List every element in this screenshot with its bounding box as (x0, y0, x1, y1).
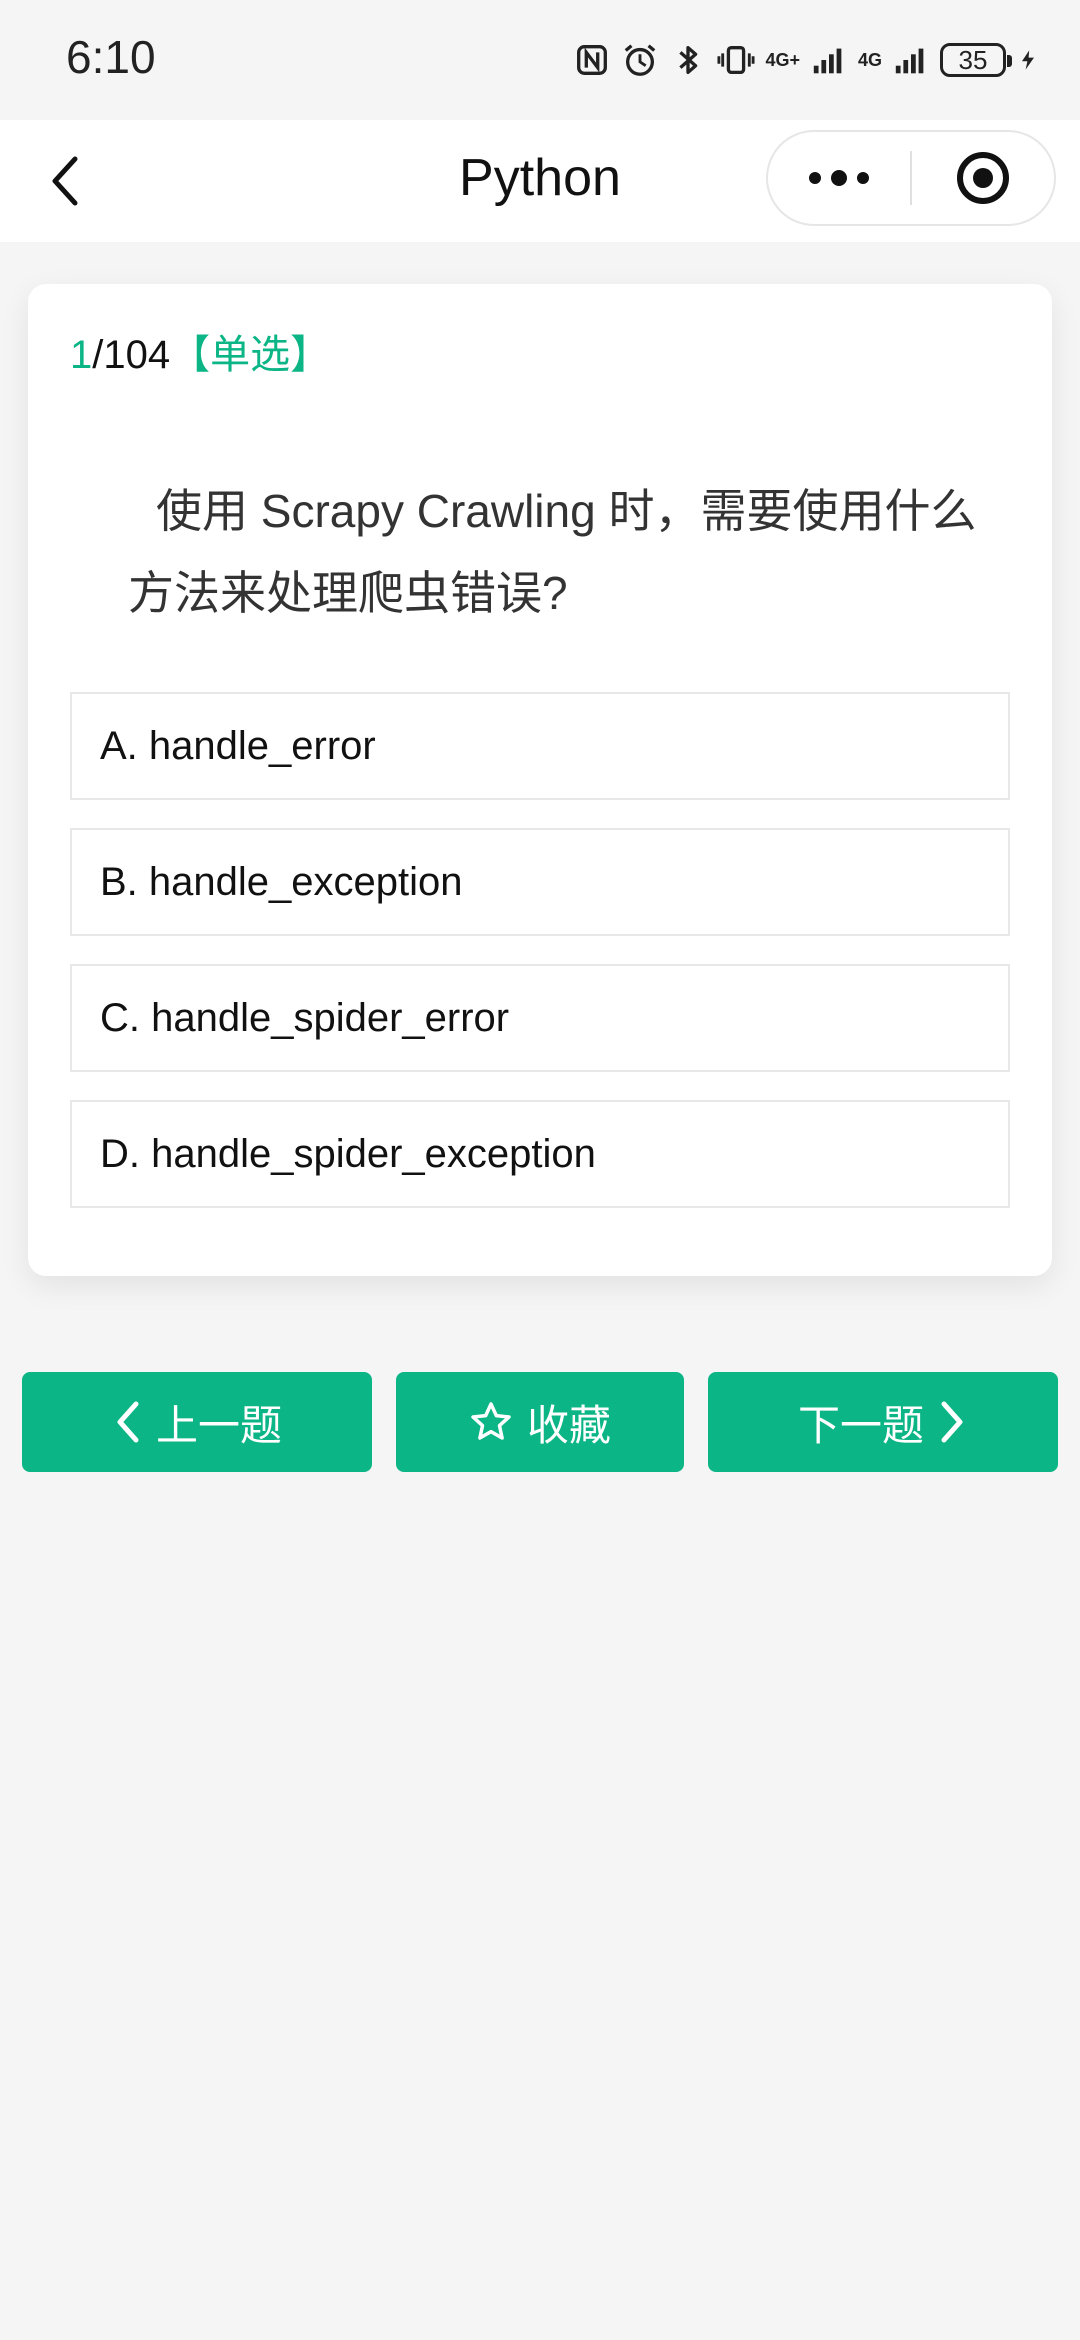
next-question-label: 下一题 (797, 1401, 924, 1449)
battery-level: 35 (958, 44, 988, 75)
network-type-2: 4G (857, 50, 882, 70)
charging-icon (1022, 50, 1034, 70)
question-type: 【单选】 (170, 333, 331, 377)
previous-question-label: 上一题 (155, 1401, 282, 1449)
target-circle-icon (957, 152, 1009, 204)
signal-icon (895, 48, 924, 74)
nfc-icon (577, 45, 608, 75)
status-bar: 6:10 4G+ 4G 35 (0, 0, 1080, 120)
mini-program-capsule (766, 130, 1056, 226)
alarm-icon (625, 44, 656, 76)
battery-icon: 35 (940, 43, 1012, 77)
option-c[interactable]: C. handle_spider_error (70, 964, 1010, 1072)
option-a[interactable]: A. handle_error (70, 692, 1010, 800)
bluetooth-icon (679, 45, 698, 75)
nav-bar: Python (0, 120, 1080, 242)
question-card: 1/104【单选】 使用 Scrapy Crawling 时，需要使用什么方法来… (28, 284, 1052, 1276)
question-text: 使用 Scrapy Crawling 时，需要使用什么方法来处理爬虫错误? (128, 485, 977, 619)
option-label: B. handle_exception (100, 859, 463, 904)
more-button[interactable] (768, 132, 910, 224)
option-b[interactable]: B. handle_exception (70, 828, 1010, 936)
option-label: C. handle_spider_error (100, 995, 510, 1040)
chevron-right-icon (941, 1401, 963, 1443)
option-label: A. handle_error (100, 723, 376, 768)
favorite-button[interactable]: 收藏 (396, 1372, 684, 1472)
chevron-left-icon (117, 1401, 139, 1443)
option-label: D. handle_spider_exception (100, 1131, 596, 1176)
previous-question-button[interactable]: 上一题 (22, 1372, 372, 1472)
close-mini-program-button[interactable] (912, 132, 1054, 224)
status-time: 6:10 (66, 31, 156, 83)
status-icons: 4G+ 4G 35 (573, 36, 1040, 84)
signal-icon (813, 48, 842, 74)
favorite-label: 收藏 (526, 1401, 611, 1449)
current-index: 1 (70, 333, 93, 377)
network-type-1: 4G+ (765, 50, 800, 70)
star-icon (471, 1402, 511, 1440)
next-question-button[interactable]: 下一题 (708, 1372, 1058, 1472)
more-dots-icon (809, 170, 869, 186)
question-counter: 1/104【单选】 (70, 322, 330, 380)
vibrate-icon (717, 45, 755, 75)
total-count: /104 (92, 333, 171, 377)
option-d[interactable]: D. handle_spider_exception (70, 1100, 1010, 1208)
